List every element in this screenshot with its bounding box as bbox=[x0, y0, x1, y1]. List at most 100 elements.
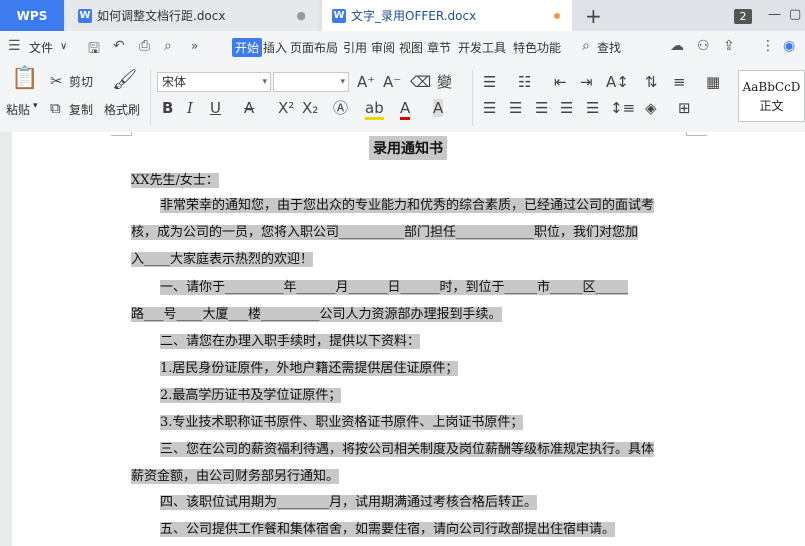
chevron-down-icon[interactable]: ∨ bbox=[60, 41, 67, 52]
increase-indent-icon[interactable]: ⇥ bbox=[580, 73, 593, 91]
wps-account-icon[interactable]: ◉ bbox=[783, 38, 795, 54]
font-name-select[interactable]: 宋体 ▾ bbox=[157, 72, 271, 92]
distributed-align-icon[interactable]: ☰ bbox=[586, 99, 599, 117]
paragraph-line[interactable]: 路___号____大厦___楼_________公司人力资源部办理报到手续。 bbox=[131, 307, 502, 322]
share-user-icon[interactable]: ⚇ bbox=[697, 38, 710, 54]
decrease-indent-icon[interactable]: ⇤ bbox=[554, 73, 567, 91]
align-left-icon[interactable]: ☰ bbox=[483, 99, 496, 117]
paste-icon[interactable]: 📋 bbox=[11, 68, 38, 90]
sort-icon[interactable]: ⇅ bbox=[645, 73, 658, 91]
print-icon[interactable]: ⎙ bbox=[139, 38, 150, 54]
strikethrough-icon[interactable]: A bbox=[244, 99, 254, 117]
cut-button[interactable]: 剪切 bbox=[69, 73, 93, 90]
tab-view[interactable]: 视图 bbox=[398, 38, 424, 57]
unsaved-dot-icon[interactable] bbox=[554, 12, 560, 19]
margin-corner-mark bbox=[686, 132, 707, 136]
paragraph-line[interactable]: 入____大家庭表示热烈的欢迎！ bbox=[131, 252, 314, 267]
format-painter-button[interactable]: 格式刷 bbox=[104, 101, 140, 118]
tab-home[interactable]: 开始 bbox=[232, 38, 263, 57]
paragraph-line[interactable]: 三、您在公司的薪资福利待遇，将按公司相关制度及岗位薪酬等级标准规定执行。具体 bbox=[160, 442, 655, 457]
paragraph-line[interactable]: 薪资金额，由公司财务部另行通知。 bbox=[131, 469, 340, 484]
justify-icon[interactable]: ☰ bbox=[560, 99, 573, 117]
tab-developer[interactable]: 开发工具 bbox=[457, 38, 507, 57]
line-spacing-menu-icon[interactable]: ≡ bbox=[673, 73, 686, 91]
more-options-icon[interactable]: ⋮ bbox=[761, 38, 775, 54]
font-color-icon[interactable]: A bbox=[400, 99, 411, 120]
wps-home-label: WPS bbox=[16, 8, 48, 23]
paragraph-line[interactable]: 四、该职位试用期为________月，试用期满通过考核合格后转正。 bbox=[160, 495, 538, 510]
tab-chapter[interactable]: 章节 bbox=[426, 38, 452, 57]
paragraph-line[interactable]: 非常荣幸的通知您，由于您出众的专业能力和优秀的综合素质，已经通过公司的面试考 bbox=[160, 198, 655, 213]
paste-button[interactable]: 粘贴 bbox=[6, 101, 30, 118]
numbered-list-icon[interactable]: ☷ bbox=[518, 73, 531, 91]
paragraph-line[interactable]: 1.居民身份证原件，外地户籍还需提供居住证原件； bbox=[160, 361, 459, 376]
show-marks-icon[interactable]: ▦ bbox=[706, 73, 720, 91]
window-count-badge[interactable]: 2 bbox=[734, 9, 752, 24]
tab-document-offer[interactable]: W 文字_录用OFFER.docx bbox=[322, 0, 572, 31]
italic-icon[interactable]: I bbox=[187, 99, 193, 117]
copy-button[interactable]: 复制 bbox=[69, 101, 93, 118]
font-name-value: 宋体 bbox=[162, 75, 187, 89]
format-painter-icon[interactable]: 🖌 bbox=[112, 69, 137, 89]
paragraph-line[interactable]: 2.最高学历证书及学位证原件； bbox=[160, 388, 342, 403]
paragraph-shading-icon[interactable]: ◈ bbox=[645, 99, 657, 117]
maximize-icon[interactable]: ▢ bbox=[789, 7, 801, 22]
line-spacing-icon[interactable]: ↕≡ bbox=[610, 99, 635, 117]
undo-icon[interactable]: ↶ bbox=[113, 38, 125, 54]
document-title[interactable]: 录用通知书 bbox=[369, 136, 447, 160]
paragraph-line[interactable]: 五、公司提供工作餐和集体宿舍，如需要住宿，请向公司行政部提出住宿申请。 bbox=[160, 522, 616, 537]
search-button[interactable]: 查找 bbox=[597, 39, 621, 56]
align-center-icon[interactable]: ☰ bbox=[509, 99, 522, 117]
file-menu[interactable]: 文件 bbox=[29, 39, 53, 56]
phonetic-guide-icon[interactable]: 變 bbox=[437, 73, 452, 91]
subscript-icon[interactable]: X₂ bbox=[302, 99, 318, 117]
new-tab-button[interactable]: + bbox=[585, 4, 602, 28]
underline-icon[interactable]: U bbox=[210, 99, 221, 117]
chevron-down-icon: ▾ bbox=[340, 77, 345, 87]
paragraph-line[interactable]: 核，成为公司的一员，您将入职公司__________部门担任__________… bbox=[131, 225, 639, 240]
minimize-icon[interactable]: — bbox=[768, 7, 781, 22]
word-doc-icon: W bbox=[332, 8, 346, 23]
style-sample-text: AaBbCcD bbox=[742, 80, 801, 94]
tab-special-features[interactable]: 特色功能 bbox=[512, 38, 562, 57]
font-size-select[interactable]: ▾ bbox=[273, 72, 349, 92]
copy-icon[interactable]: ⧉ bbox=[50, 99, 61, 117]
export-icon[interactable]: ⇪ bbox=[723, 38, 735, 54]
scissors-icon[interactable]: ✂ bbox=[50, 72, 63, 90]
tab-references[interactable]: 引用 bbox=[342, 38, 368, 57]
style-normal[interactable]: AaBbCcD 正文 bbox=[738, 70, 805, 122]
borders-icon[interactable]: ⊞ bbox=[678, 99, 691, 117]
text-direction-icon[interactable]: A↕ bbox=[606, 73, 629, 91]
highlight-color-icon[interactable]: ab bbox=[365, 99, 384, 120]
bullet-list-icon[interactable]: ☰ bbox=[483, 73, 496, 91]
clear-format-icon[interactable]: ⌫ bbox=[410, 73, 431, 91]
paste-dropdown-icon[interactable]: ▾ bbox=[33, 101, 38, 111]
tab-page-layout[interactable]: 页面布局 bbox=[289, 38, 339, 57]
decrease-font-icon[interactable]: A⁻ bbox=[383, 73, 401, 91]
save-icon[interactable]: 🖫 bbox=[88, 38, 100, 62]
tab-document-line-spacing[interactable]: W 如何调整文档行距.docx ● bbox=[66, 0, 318, 31]
paragraph-line[interactable]: XX先生/女士： bbox=[131, 173, 219, 188]
divider bbox=[472, 70, 473, 126]
paragraph-line[interactable]: 3.专业技术职称证书原件、职业资格证书原件、上岗证书原件； bbox=[160, 415, 524, 430]
tab-insert[interactable]: 插入 bbox=[262, 38, 288, 57]
paragraph-line[interactable]: 一、请你于_________年______月______日______时，到位于… bbox=[160, 280, 629, 295]
wps-home-tab[interactable]: WPS bbox=[0, 0, 64, 31]
menu-bar: ☰ 文件 ∨ 🖫 ↶ ⎙ ⌕ » 开始 插入 页面布局 引用 审阅 视图 章节 … bbox=[0, 31, 805, 65]
paragraph-line[interactable]: 二、请您在办理入职手续时，提供以下资料： bbox=[160, 334, 421, 349]
more-chevron-icon[interactable]: » bbox=[191, 39, 198, 53]
increase-font-icon[interactable]: A⁺ bbox=[357, 73, 375, 91]
margin-corner-mark bbox=[111, 132, 132, 136]
superscript-icon[interactable]: X² bbox=[278, 99, 294, 117]
cloud-sync-icon[interactable]: ☁ bbox=[670, 38, 684, 54]
text-effect-icon[interactable]: Ⓐ bbox=[333, 99, 348, 117]
document-canvas[interactable]: 录用通知书 XX先生/女士： 非常荣幸的通知您，由于您出众的专业能力和优秀的综合… bbox=[0, 132, 805, 546]
close-icon[interactable]: ● bbox=[296, 9, 306, 22]
print-preview-icon[interactable]: ⌕ bbox=[164, 38, 172, 54]
search-icon[interactable]: ⌕ bbox=[582, 38, 590, 54]
align-right-icon[interactable]: ☰ bbox=[535, 99, 548, 117]
bold-icon[interactable]: B bbox=[162, 99, 173, 117]
character-shading-icon[interactable]: A bbox=[433, 99, 444, 117]
tab-review[interactable]: 审阅 bbox=[370, 38, 396, 57]
hamburger-menu-icon[interactable]: ☰ bbox=[8, 38, 21, 54]
